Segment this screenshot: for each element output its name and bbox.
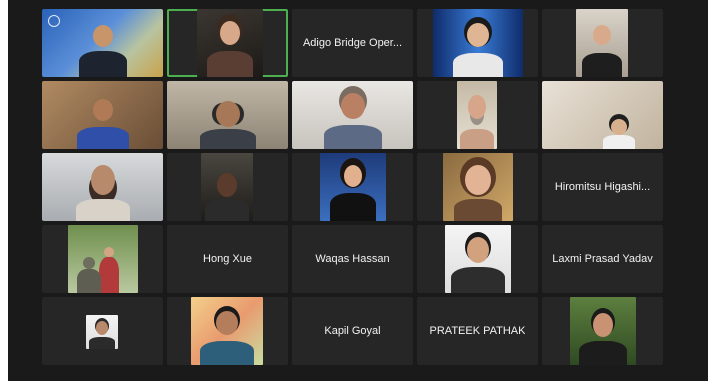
participant-tile-24[interactable]: PRATEEK PATHAK xyxy=(417,297,538,365)
participant-tile-22[interactable] xyxy=(167,297,288,365)
participant-video xyxy=(86,315,118,349)
participant-name: Hiromitsu Higashi... xyxy=(554,181,651,193)
participant-video xyxy=(457,81,497,149)
participant-tile-23[interactable]: Kapil Goyal xyxy=(292,297,413,365)
participant-video xyxy=(433,9,523,77)
participant-tile-9[interactable] xyxy=(417,81,538,149)
participant-video xyxy=(570,297,636,365)
participant-tile-16[interactable] xyxy=(42,225,163,293)
participant-name: Waqas Hassan xyxy=(315,253,390,265)
participant-video xyxy=(542,81,663,149)
participant-video xyxy=(443,153,513,221)
participant-video xyxy=(167,81,288,149)
participant-name: PRATEEK PATHAK xyxy=(429,325,526,337)
participant-name: Laxmi Prasad Yadav xyxy=(552,253,653,265)
participant-tile-12[interactable] xyxy=(167,153,288,221)
participant-video xyxy=(320,153,386,221)
participant-tile-19[interactable] xyxy=(417,225,538,293)
participant-tile-2[interactable] xyxy=(167,9,288,77)
participant-tile-10[interactable] xyxy=(542,81,663,149)
participant-tile-8[interactable] xyxy=(292,81,413,149)
participant-video xyxy=(42,9,163,77)
participant-video xyxy=(42,153,163,221)
participant-video xyxy=(292,81,413,149)
participant-tile-5[interactable] xyxy=(542,9,663,77)
participant-tile-25[interactable] xyxy=(542,297,663,365)
participant-video xyxy=(68,225,138,293)
participant-video xyxy=(191,297,263,365)
participant-name: Adigo Bridge Oper... xyxy=(302,37,403,49)
participant-video xyxy=(42,81,163,149)
participant-tile-1[interactable] xyxy=(42,9,163,77)
zoom-gallery-window: Adigo Bridge Oper... Hiromitsu Higashi..… xyxy=(8,0,708,381)
participant-tile-21[interactable] xyxy=(42,297,163,365)
participant-tile-14[interactable] xyxy=(417,153,538,221)
participant-video xyxy=(197,9,263,77)
participant-tile-7[interactable] xyxy=(167,81,288,149)
participant-tile-20[interactable]: Laxmi Prasad Yadav xyxy=(542,225,663,293)
participant-tile-18[interactable]: Waqas Hassan xyxy=(292,225,413,293)
participant-tile-15[interactable]: Hiromitsu Higashi... xyxy=(542,153,663,221)
participant-tile-17[interactable]: Hong Xue xyxy=(167,225,288,293)
participant-video xyxy=(201,153,253,221)
participant-tile-11[interactable] xyxy=(42,153,163,221)
participant-tile-6[interactable] xyxy=(42,81,163,149)
participant-video xyxy=(576,9,628,77)
participant-gallery: Adigo Bridge Oper... Hiromitsu Higashi..… xyxy=(42,9,663,365)
participant-name: Kapil Goyal xyxy=(324,325,381,337)
participant-tile-4[interactable] xyxy=(417,9,538,77)
participant-name: Hong Xue xyxy=(203,253,252,265)
company-logo-icon xyxy=(48,15,60,27)
participant-tile-3[interactable]: Adigo Bridge Oper... xyxy=(292,9,413,77)
participant-tile-13[interactable] xyxy=(292,153,413,221)
participant-video xyxy=(445,225,511,293)
